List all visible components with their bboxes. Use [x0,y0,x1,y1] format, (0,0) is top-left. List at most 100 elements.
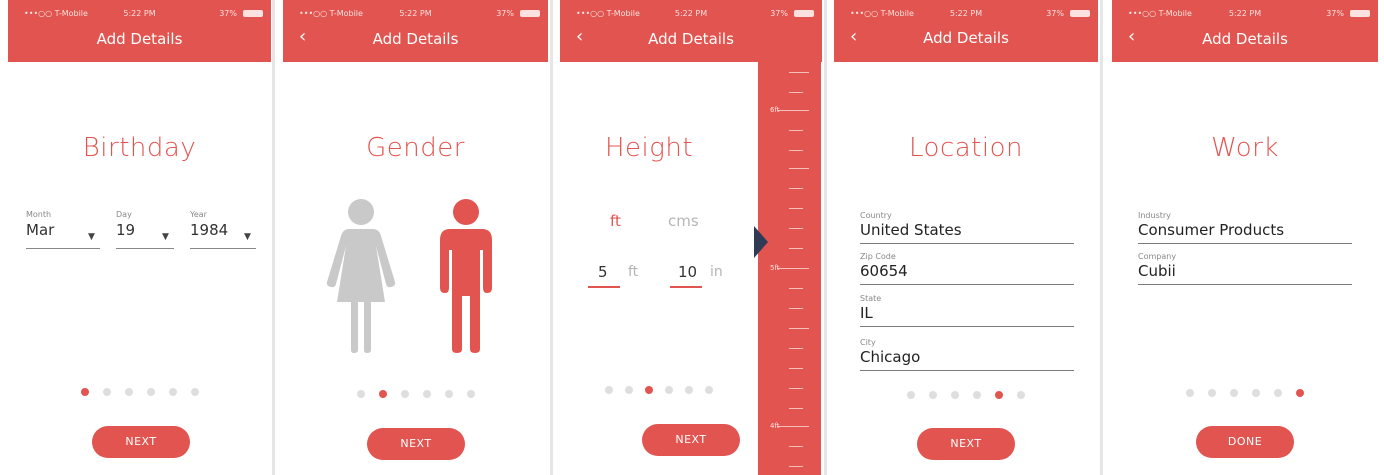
next-button[interactable]: NEXT [367,428,465,460]
next-button[interactable]: NEXT [642,424,740,456]
feet-underline [588,286,620,288]
page-title: Add Details [96,30,183,48]
step-dot [168,388,177,396]
company-value: Cubii [1138,262,1176,280]
ruler-tick [789,228,803,229]
zip-code-label: Zip Code [860,252,896,261]
feet-unit: ft [628,264,639,280]
city-value: Chicago [860,348,921,366]
step-dot [995,391,1003,399]
battery-icon [520,10,540,17]
time-text: 5:22 PM [399,9,432,18]
day-select[interactable]: Day 19 ▼ [116,210,174,249]
carrier-text: •••○○ T-Mobile [1128,9,1192,18]
step-dot [444,390,453,398]
ruler-tick [777,268,809,269]
status-bar: •••○○ T-Mobile 5:22 PM 37% [560,9,822,21]
ruler-tick [789,328,809,329]
country-value: United States [860,221,962,239]
battery-text: 37% [496,9,514,18]
company-field[interactable]: Company Cubii [1138,252,1352,285]
page-title: Add Details [923,29,1009,47]
battery-text: 37% [219,9,237,18]
done-button[interactable]: DONE [1196,426,1294,458]
location-heading: Location [909,133,1023,163]
country-label: Country [860,211,892,220]
unit-toggle-cms[interactable]: cms [668,212,699,230]
industry-field[interactable]: Industry Consumer Products [1138,211,1352,244]
step-dot [907,391,915,399]
height-ruler[interactable]: 6ft 5ft 4ft [758,62,821,475]
height-screen: •••○○ T-Mobile 5:22 PM 37% ‹ Add Details… [560,0,822,475]
step-dot [356,390,365,398]
time-text: 5:22 PM [949,9,983,18]
ruler-tick [789,92,803,93]
industry-underline [1138,243,1352,244]
state-field[interactable]: State IL [860,294,1074,327]
status-bar: •••○○ T-Mobile 5:22 PM 37% [834,9,1098,21]
divider [550,0,553,475]
ruler-tick [789,368,803,369]
industry-value: Consumer Products [1138,221,1285,239]
carrier-text: •••○○ T-Mobile [24,9,88,18]
male-figure-icon[interactable] [436,198,496,354]
caret-down-icon: ▼ [244,232,251,242]
ruler-tick [789,446,803,447]
ruler-tick [789,188,803,189]
month-select[interactable]: Month Mar ▼ [26,210,100,249]
step-dot [1296,389,1304,397]
battery-icon [1350,10,1370,17]
year-select[interactable]: Year 1984 ▼ [190,210,256,249]
carrier-text: •••○○ T-Mobile [576,9,640,18]
location-screen: •••○○ T-Mobile 5:22 PM 37% ‹ Add Details… [834,0,1098,475]
birthday-screen: •••○○ T-Mobile 5:22 PM 37% Add Details B… [8,0,271,475]
ruler-tick [789,208,803,209]
gender-screen: •••○○ T-Mobile 5:22 PM 37% ‹ Add Details… [283,0,548,475]
zip-code-field[interactable]: Zip Code 60654 [860,252,1074,285]
day-label: Day [116,210,132,219]
inches-value[interactable]: 10 [678,263,697,281]
caret-down-icon: ▼ [162,232,169,242]
top-bar: •••○○ T-Mobile 5:22 PM 37% ‹ Add Details [1112,0,1378,62]
divider [272,0,275,475]
state-label: State [860,294,882,303]
city-underline [860,370,1074,371]
step-dot [665,386,673,394]
top-bar: •••○○ T-Mobile 5:22 PM 37% Add Details [8,0,271,62]
step-dot [1230,389,1238,397]
work-heading: Work [1211,133,1279,163]
step-dot [645,386,653,394]
country-underline [860,243,1074,244]
state-underline [860,326,1074,327]
step-dot [951,391,959,399]
step-indicator [1112,389,1378,397]
time-text: 5:22 PM [1228,9,1262,18]
ruler-tick [789,348,803,349]
ruler-tick [777,426,809,427]
country-field[interactable]: Country United States [860,211,1074,244]
step-dot [80,388,89,396]
ruler-pointer-icon [754,226,768,258]
top-bar: •••○○ T-Mobile 5:22 PM 37% ‹ Add Details [560,0,822,62]
city-field[interactable]: City Chicago [860,338,1074,371]
step-dot [124,388,133,396]
step-dot [1186,389,1194,397]
inches-underline [670,286,702,288]
step-dot [400,390,409,398]
battery-text: 37% [1326,9,1344,18]
inches-unit: in [710,264,723,280]
battery-text: 37% [770,9,788,18]
next-button[interactable]: NEXT [92,426,190,458]
ruler-tick [789,288,803,289]
feet-value[interactable]: 5 [598,263,608,281]
time-text: 5:22 PM [123,9,156,18]
step-indicator [834,391,1098,399]
page-title: Add Details [648,30,734,48]
ruler-tick [789,150,803,151]
year-label: Year [190,210,207,219]
step-dot [422,390,431,398]
female-figure-icon[interactable] [325,198,397,354]
next-button[interactable]: NEXT [917,428,1015,460]
unit-toggle-ft[interactable]: ft [610,212,621,230]
status-bar: •••○○ T-Mobile 5:22 PM 37% [1112,9,1378,21]
